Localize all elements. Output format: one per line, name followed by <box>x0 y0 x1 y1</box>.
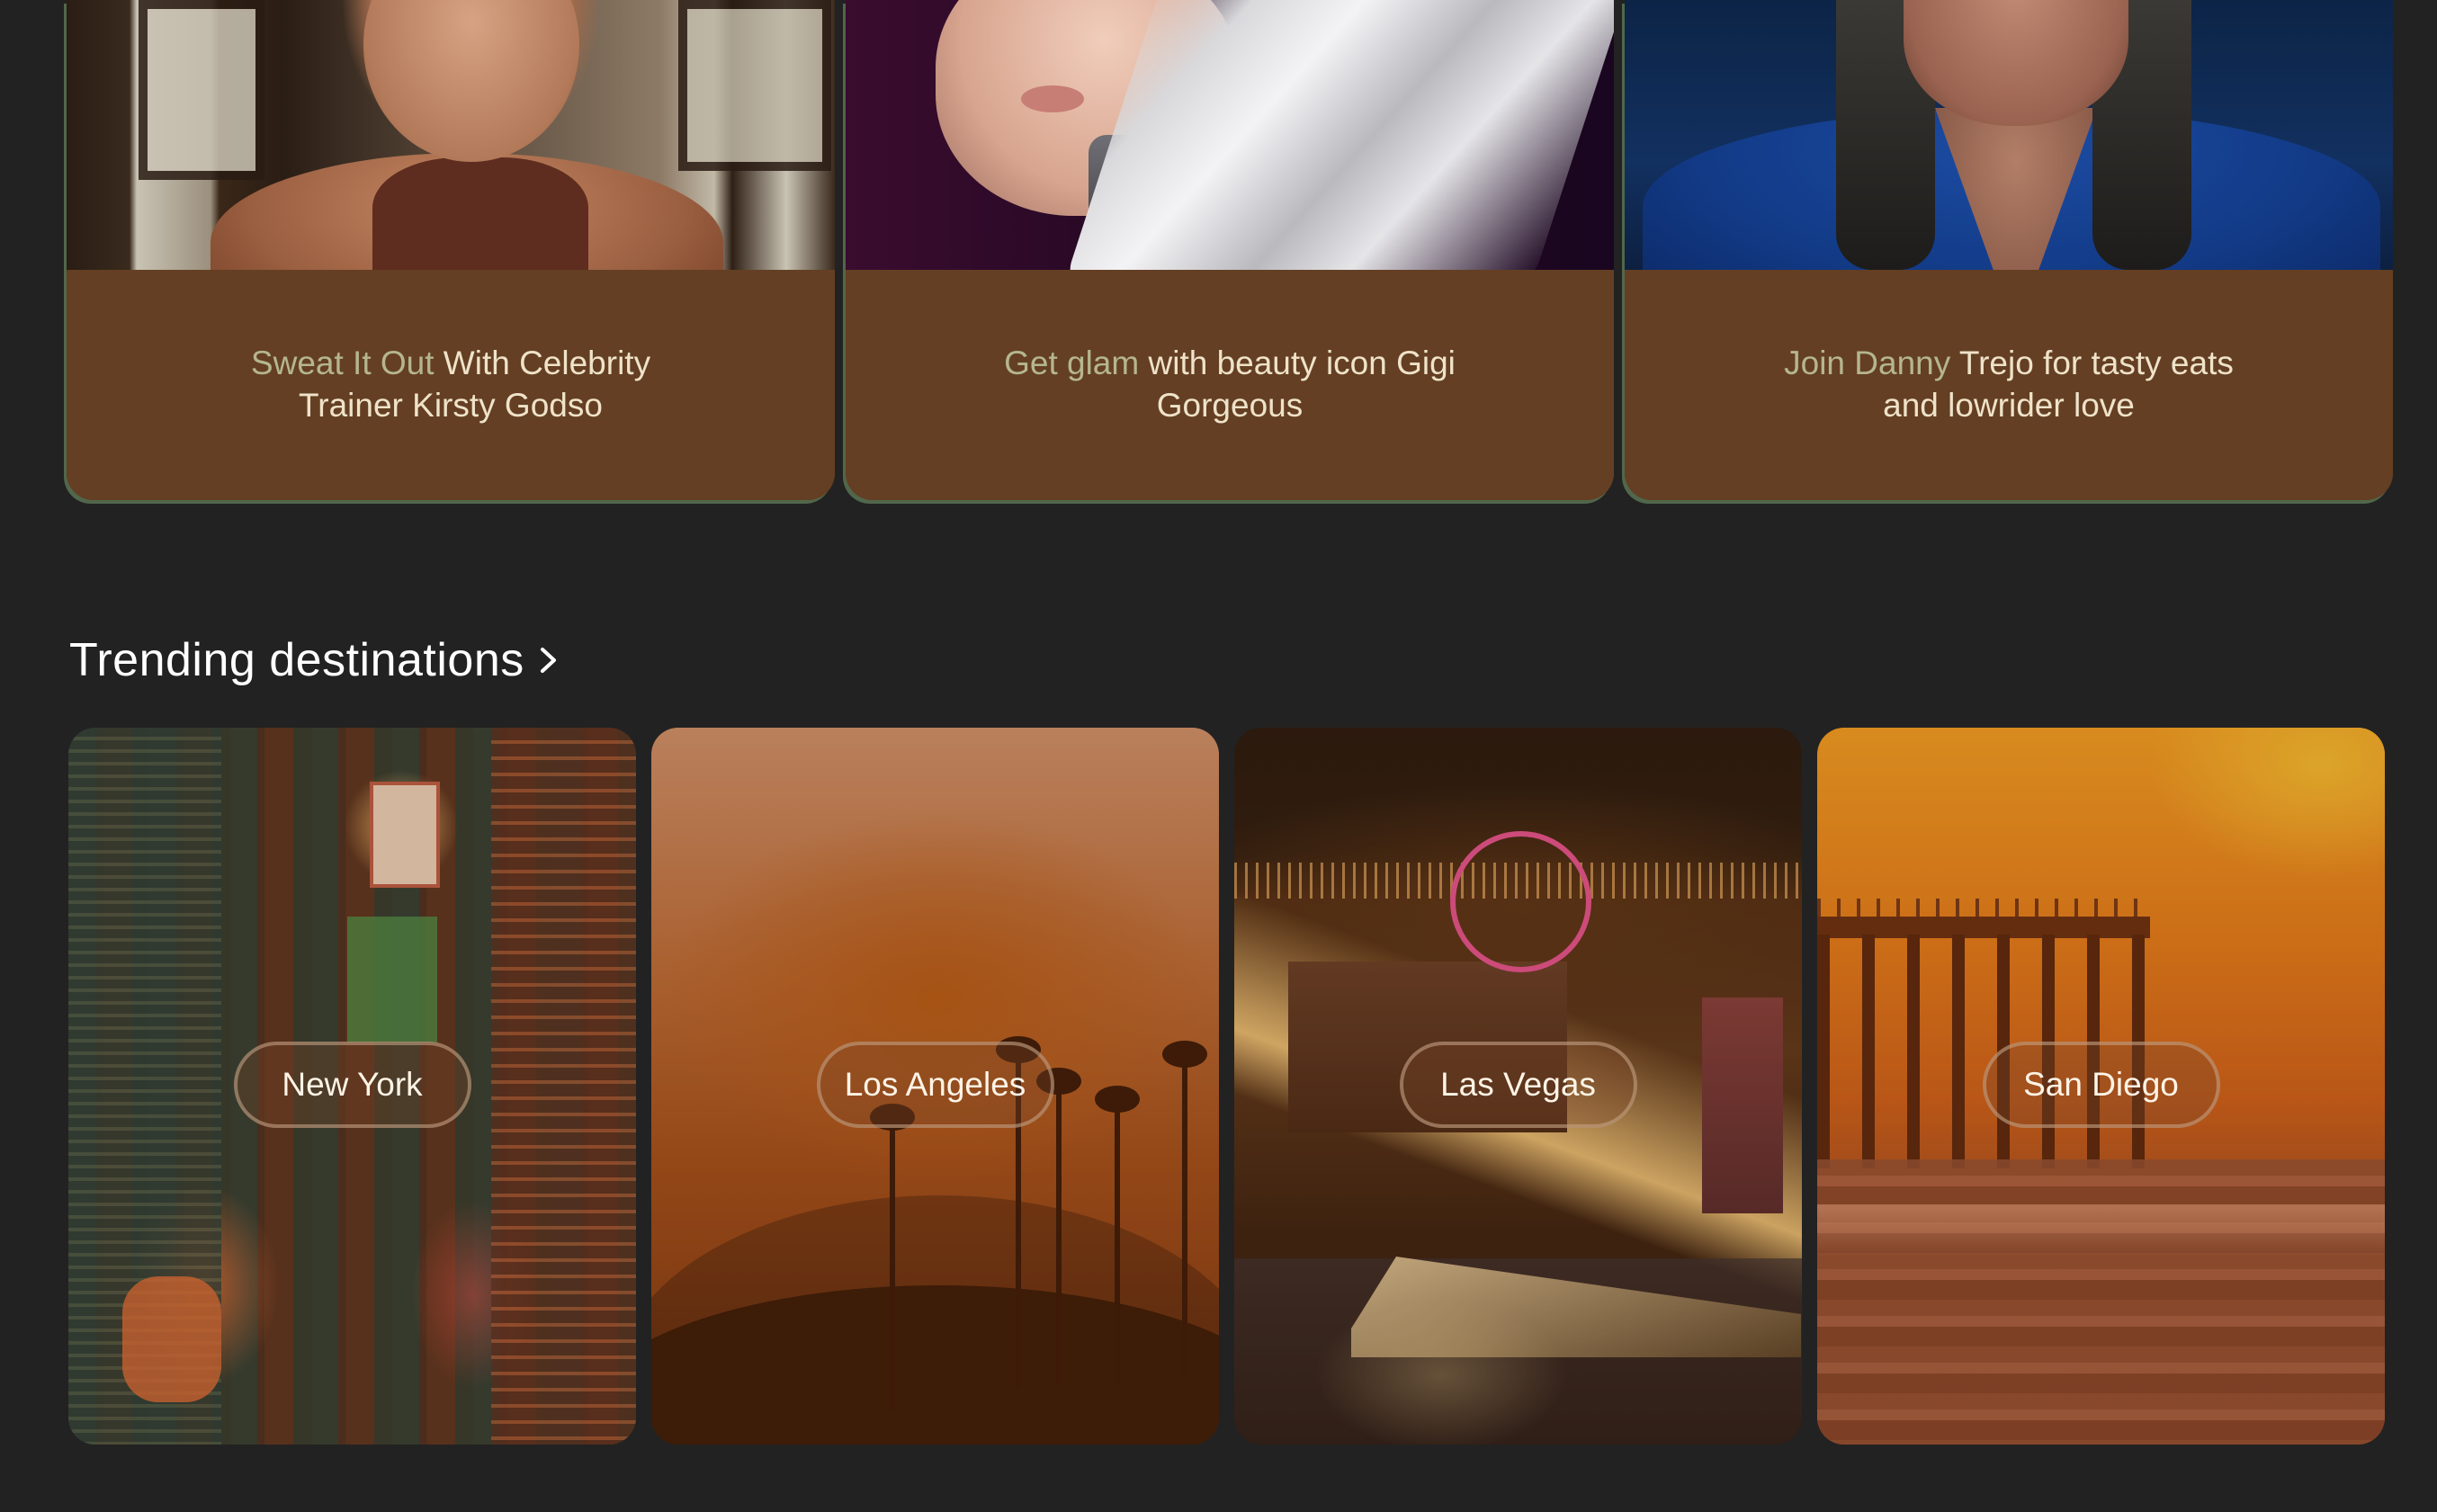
experience-title: Join Danny Trejo for tasty eats and lowr… <box>1757 342 2261 426</box>
destination-label[interactable]: Los Angeles <box>816 1042 1054 1128</box>
experience-photo-kirsty-godso <box>67 0 835 270</box>
trending-destinations-heading-link[interactable]: Trending destinations <box>69 630 560 691</box>
section-title: Trending destinations <box>69 634 524 686</box>
destination-card-los-angeles[interactable]: Los Angeles <box>651 728 1219 1445</box>
experience-title: Sweat It Out With Celebrity Trainer Kirs… <box>199 342 703 426</box>
destination-card-new-york[interactable]: New York <box>68 728 636 1445</box>
destination-label[interactable]: New York <box>233 1042 471 1128</box>
experience-title-highlight: Join Danny <box>1784 344 1951 381</box>
experience-card-body: Get glam with beauty icon Gigi Gorgeous <box>846 270 1614 500</box>
experience-photo-gigi-gorgeous <box>846 0 1614 270</box>
destination-label[interactable]: Las Vegas <box>1399 1042 1637 1128</box>
experience-card-danny-trejo[interactable]: Join Danny Trejo for tasty eats and lowr… <box>1625 0 2393 500</box>
page: Sweat It Out With Celebrity Trainer Kirs… <box>0 0 2437 1512</box>
destination-label[interactable]: San Diego <box>1982 1042 2220 1128</box>
experience-card-kirsty-godso[interactable]: Sweat It Out With Celebrity Trainer Kirs… <box>67 0 835 500</box>
experience-card-body: Sweat It Out With Celebrity Trainer Kirs… <box>67 270 835 500</box>
chevron-right-icon <box>540 648 556 673</box>
destination-cards-row: New York Los Angeles Las Vegas San Diego <box>68 728 2385 1445</box>
experience-photo-danny-trejo <box>1625 0 2393 270</box>
experience-card-gigi-gorgeous[interactable]: Get glam with beauty icon Gigi Gorgeous <box>846 0 1614 500</box>
destination-card-las-vegas[interactable]: Las Vegas <box>1234 728 1802 1445</box>
experience-title-highlight: Sweat It Out <box>250 344 435 381</box>
destination-card-san-diego[interactable]: San Diego <box>1817 728 2385 1445</box>
experience-cards-row: Sweat It Out With Celebrity Trainer Kirs… <box>67 0 2393 500</box>
experience-title-rest: with beauty icon Gigi Gorgeous <box>1139 344 1456 424</box>
experience-title: Get glam with beauty icon Gigi Gorgeous <box>978 342 1482 426</box>
experience-title-highlight: Get glam <box>1004 344 1140 381</box>
experience-card-body: Join Danny Trejo for tasty eats and lowr… <box>1625 270 2393 500</box>
